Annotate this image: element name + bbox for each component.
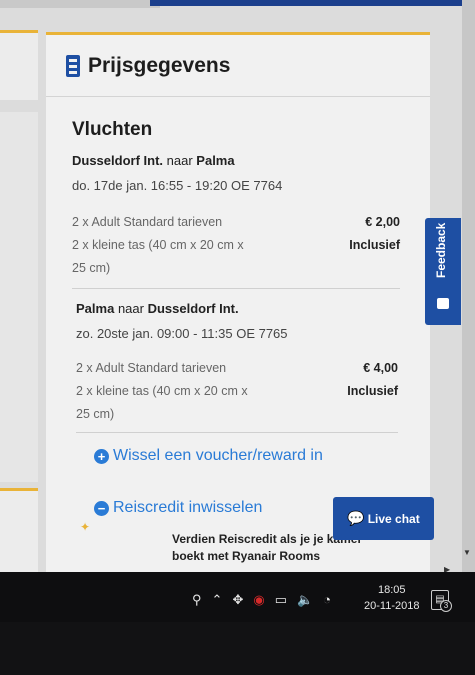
card-header: Prijsgegevens xyxy=(46,35,430,97)
minus-circle-icon: − xyxy=(94,500,109,516)
notification-count: 3 xyxy=(440,600,452,612)
left-card-partial xyxy=(0,30,38,100)
monitor-bezel xyxy=(0,622,475,675)
route-connector: naar xyxy=(117,301,144,316)
flight-datetime: zo. 20ste jan. 09:00 - 11:35 OE 7765 xyxy=(76,326,288,341)
card-title: Prijsgegevens xyxy=(88,53,231,77)
browser-viewport: Prijsgegevens Vluchten Dusseldorf Int. n… xyxy=(0,0,475,585)
divider xyxy=(72,288,400,289)
list-icon xyxy=(66,54,80,77)
clock-time: 18:05 xyxy=(377,584,406,596)
feedback-tab[interactable]: Feedback xyxy=(425,218,461,325)
bag-label: 2 x kleine tas (40 cm x 20 cm x xyxy=(76,384,248,398)
feedback-label: Feedback xyxy=(434,222,448,278)
bag-price: Inclusief xyxy=(349,238,400,252)
reiscredit-link-label: Reiscredit inwisselen xyxy=(113,499,263,516)
fare-row: 2 x Adult Standard tarieven € 2,00 xyxy=(72,211,400,234)
voucher-link-label: Wissel een voucher/reward in xyxy=(113,447,323,464)
bag-row: 2 x kleine tas (40 cm x 20 cm x Inclusie… xyxy=(76,380,398,403)
fare-label: 2 x Adult Standard tarieven xyxy=(72,215,223,229)
live-chat-label: Live chat xyxy=(367,511,420,526)
route-origin: Dusseldorf Int. xyxy=(72,153,164,168)
fare-row: 2 x Adult Standard tarieven € 4,00 xyxy=(76,357,398,380)
route-connector: naar xyxy=(166,153,193,168)
section-title-flights: Vluchten xyxy=(72,119,153,140)
chevron-up-icon[interactable]: ⌃ xyxy=(212,592,223,608)
clock[interactable]: 18:05 20-11-2018 xyxy=(364,582,419,614)
bag-label: 2 x kleine tas (40 cm x 20 cm x xyxy=(72,238,244,252)
bag-row: 2 x kleine tas (40 cm x 20 cm x Inclusie… xyxy=(72,234,400,257)
bag-label-continued: 25 cm) xyxy=(76,407,115,421)
feedback-icon xyxy=(437,298,449,309)
route-destination: Palma xyxy=(196,153,235,168)
people-icon[interactable]: ⚲ xyxy=(192,592,202,608)
fare-price: € 4,00 xyxy=(363,361,398,375)
system-tray: ⚲ ⌃ ✥ ◉ ▭ 🔈 ◔ xyxy=(192,592,331,608)
top-strip-left xyxy=(0,0,160,8)
fare-price: € 2,00 xyxy=(365,215,400,229)
fare-block: 2 x Adult Standard tarieven € 4,00 2 x k… xyxy=(76,357,398,426)
fare-label: 2 x Adult Standard tarieven xyxy=(76,361,227,375)
divider xyxy=(76,432,398,433)
dropbox-icon[interactable]: ✥ xyxy=(232,592,243,608)
antivirus-icon[interactable]: ◉ xyxy=(253,592,264,608)
route-destination: Dusseldorf Int. xyxy=(147,301,239,316)
flight-route: Palma naar Dusseldorf Int. xyxy=(76,301,430,316)
volume-icon[interactable]: 🔈 xyxy=(297,592,313,608)
route-origin: Palma xyxy=(76,301,115,316)
flight-route: Dusseldorf Int. naar Palma xyxy=(72,153,430,168)
flight-datetime: do. 17de jan. 16:55 - 19:20 OE 7764 xyxy=(72,178,283,193)
scroll-down-icon[interactable]: ▼ xyxy=(463,548,471,557)
left-card-partial xyxy=(0,488,38,578)
bag-label-continued: 25 cm) xyxy=(72,261,111,275)
sparkle-icon: ✦ xyxy=(80,520,91,534)
taskbar: ⚲ ⌃ ✥ ◉ ▭ 🔈 ◔ 18:05 20-11-2018 ▤ 3 xyxy=(0,572,475,622)
chat-bubble-icon: 💬 xyxy=(347,510,365,526)
clock-date: 20-11-2018 xyxy=(364,600,420,612)
voucher-link[interactable]: + Wissel een voucher/reward in xyxy=(94,447,430,465)
bag-price: Inclusief xyxy=(347,384,398,398)
vertical-scrollbar[interactable] xyxy=(462,0,475,578)
battery-icon[interactable]: ▭ xyxy=(275,592,287,608)
live-chat-button[interactable]: 💬 Live chat xyxy=(333,497,434,540)
plus-circle-icon: + xyxy=(94,448,109,464)
wifi-icon[interactable]: ◔ xyxy=(323,592,331,608)
fare-block: 2 x Adult Standard tarieven € 2,00 2 x k… xyxy=(72,211,400,280)
left-card-partial xyxy=(0,112,38,482)
reward-line: boekt met Ryanair Rooms xyxy=(172,549,321,563)
top-strip xyxy=(150,0,475,6)
